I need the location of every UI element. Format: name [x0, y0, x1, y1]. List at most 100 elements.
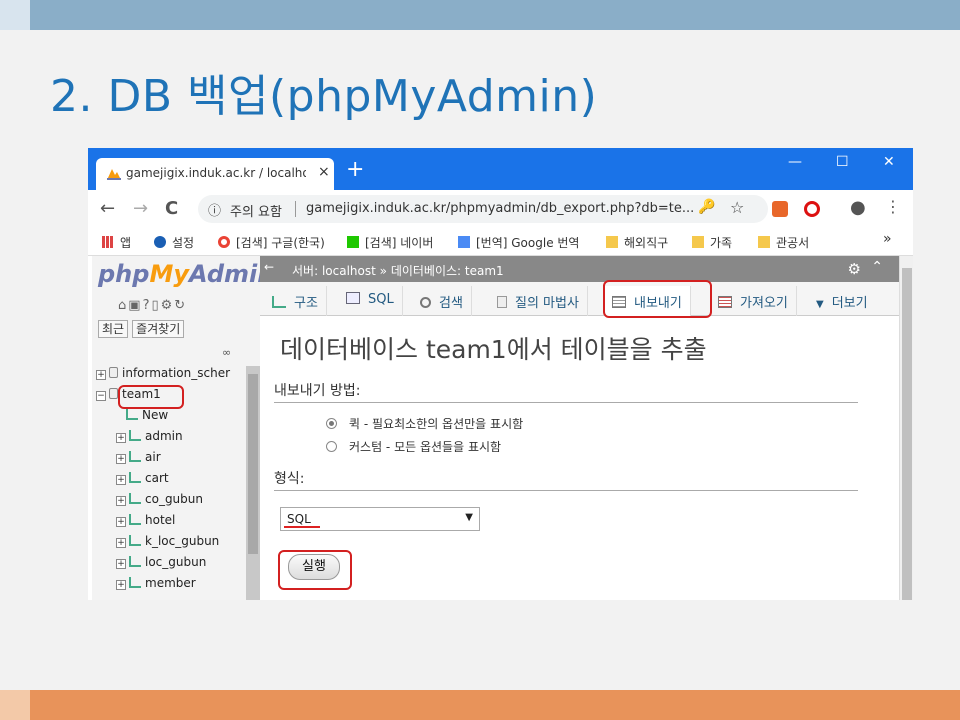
sql-icon — [346, 292, 360, 304]
breadcrumb-separator: » — [379, 264, 387, 278]
nav-links: 최근 즐겨찾기 — [98, 320, 188, 338]
collapse-nav-icon[interactable]: ← — [264, 260, 274, 274]
nav-scrollbar[interactable] — [246, 366, 260, 600]
gear-icon — [154, 236, 166, 248]
database-icon — [109, 367, 118, 378]
bookmark-folder-shopping[interactable]: 해외직구 — [606, 234, 668, 251]
chevron-down-icon: ▼ — [465, 512, 473, 523]
breadcrumb: ← 서버: localhost » 데이터베이스: team1 ⚙ ⌃ — [260, 256, 899, 282]
gear-icon[interactable]: ⚙ — [848, 260, 861, 278]
menu-tabs: 구조 SQL 검색 질의 마법사 내보내기 가져오기 ▼ 더보기 — [260, 282, 899, 316]
profile-icon[interactable]: ● — [850, 197, 866, 218]
bookmark-folder-gov[interactable]: 관공서 — [758, 234, 809, 251]
tree-table[interactable]: + co_gubun — [116, 492, 203, 510]
tree-table[interactable]: + hotel — [116, 513, 175, 531]
tab-import[interactable]: 가져오기 — [710, 286, 797, 316]
bookmark-settings[interactable]: 설정 — [154, 234, 194, 251]
table-icon — [129, 451, 141, 462]
link-icon[interactable]: ∞ — [222, 346, 231, 359]
radio-button[interactable] — [326, 418, 337, 429]
tab-structure[interactable]: 구조 — [264, 286, 327, 316]
tab-query[interactable]: 질의 마법사 — [489, 286, 588, 316]
radio-quick[interactable]: 퀵 - 필요최소한의 옵션만을 표시함 — [326, 415, 523, 432]
back-button[interactable]: ← — [100, 198, 115, 219]
navigation-panel: phpMyAdmin ⌂▣?▯⚙↻ 최근즐겨찾기 ∞ +information_… — [92, 256, 260, 600]
tree-db-information-schema[interactable]: + information_scher — [96, 366, 230, 384]
tab-sql[interactable]: SQL — [338, 286, 403, 316]
bookmark-folder-family[interactable]: 가족 — [692, 234, 732, 251]
tree-table[interactable]: + air — [116, 450, 161, 468]
tree-table[interactable]: + member — [116, 576, 196, 594]
query-icon — [497, 296, 507, 308]
url-text[interactable]: gamejigix.induk.ac.kr/phpmyadmin/db_expo… — [306, 201, 694, 216]
pma-favicon-icon — [107, 169, 121, 180]
nav-icon-row: ⌂▣?▯⚙↻ — [118, 298, 187, 313]
browser-tab[interactable]: gamejigix.induk.ac.kr / localhost × — [96, 158, 334, 190]
naver-icon — [347, 236, 359, 248]
tab-search[interactable]: 검색 — [412, 286, 472, 316]
folder-icon — [606, 236, 618, 248]
export-content: 데이터베이스 team1에서 테이블을 추출 내보내기 방법: 퀵 - 필요최소… — [260, 316, 885, 600]
search-icon — [420, 297, 431, 308]
tree-new-table[interactable]: New — [126, 408, 168, 426]
format-annotation-underline — [284, 526, 320, 528]
main-scrollbar[interactable] — [899, 256, 913, 600]
settings-icon[interactable]: ⚙ — [161, 298, 175, 313]
tree-table[interactable]: + loc_gubun — [116, 555, 206, 573]
breadcrumb-server[interactable]: 서버: localhost — [292, 264, 376, 278]
favorites-button[interactable]: 즐겨찾기 — [132, 320, 185, 338]
tab-title: gamejigix.induk.ac.kr / localhost — [126, 166, 306, 180]
tab-strip: gamejigix.induk.ac.kr / localhost × + — … — [88, 148, 913, 190]
radio-button[interactable] — [326, 441, 337, 452]
pma-logo[interactable]: phpMyAdmin — [98, 260, 260, 288]
tree-table[interactable]: + k_loc_gubun — [116, 534, 219, 552]
security-label: 주의 요함 — [230, 205, 282, 220]
close-window-button[interactable]: ✕ — [883, 154, 895, 170]
maximize-button[interactable]: ☐ — [836, 154, 849, 170]
tab-close-icon[interactable]: × — [318, 164, 330, 180]
recent-button[interactable]: 최근 — [98, 320, 129, 338]
home-icon[interactable]: ⌂ — [118, 298, 128, 313]
tree-table[interactable]: + cart — [116, 471, 169, 489]
key-icon[interactable]: 🔑 — [698, 199, 715, 215]
chevron-up-icon[interactable]: ⌃ — [871, 259, 883, 275]
docs-icon[interactable]: ▯ — [151, 298, 160, 313]
opera-extension-icon[interactable] — [804, 201, 820, 217]
database-icon — [109, 388, 118, 399]
table-icon — [129, 577, 141, 588]
table-icon — [129, 430, 141, 441]
reload-nav-icon[interactable]: ↻ — [174, 298, 187, 313]
structure-icon — [272, 296, 286, 308]
slide-bottom-band — [0, 690, 960, 720]
export-tab-highlight — [603, 280, 712, 318]
info-icon[interactable]: ⓘ — [208, 200, 221, 219]
tree-table[interactable]: + admin — [116, 429, 183, 447]
bookmark-google[interactable]: [검색] 구글(한국) — [218, 234, 325, 251]
extension-icon[interactable] — [772, 201, 788, 217]
forward-button[interactable]: → — [133, 198, 148, 219]
radio-custom[interactable]: 커스텀 - 모든 옵션들을 표시함 — [326, 438, 501, 455]
export-method-label: 내보내기 방법: — [274, 380, 858, 403]
bookmark-apps[interactable]: 앱 — [102, 234, 131, 251]
bookmark-naver[interactable]: [검색] 네이버 — [347, 234, 433, 251]
menu-icon[interactable]: ⋮ — [885, 197, 901, 216]
slide-top-band — [0, 0, 960, 30]
minimize-button[interactable]: — — [788, 154, 802, 170]
exit-icon[interactable]: ▣ — [128, 298, 142, 313]
address-bar[interactable]: ⓘ 주의 요함 gamejigix.induk.ac.kr/phpmyadmin… — [198, 195, 768, 223]
table-icon — [129, 493, 141, 504]
apps-icon — [102, 236, 114, 248]
reload-button[interactable]: C — [165, 198, 178, 219]
address-separator — [295, 201, 296, 217]
new-tab-button[interactable]: + — [346, 159, 364, 181]
table-icon — [129, 535, 141, 546]
breadcrumb-database[interactable]: 데이터베이스: team1 — [391, 264, 504, 278]
table-icon — [129, 514, 141, 525]
star-icon[interactable]: ☆ — [730, 198, 744, 217]
translate-icon — [458, 236, 470, 248]
table-icon — [129, 472, 141, 483]
bookmark-translate[interactable]: [번역] Google 번역 — [458, 234, 579, 251]
bookmarks-more[interactable]: » — [883, 231, 892, 247]
folder-icon — [758, 236, 770, 248]
tab-more[interactable]: ▼ 더보기 — [808, 286, 876, 316]
